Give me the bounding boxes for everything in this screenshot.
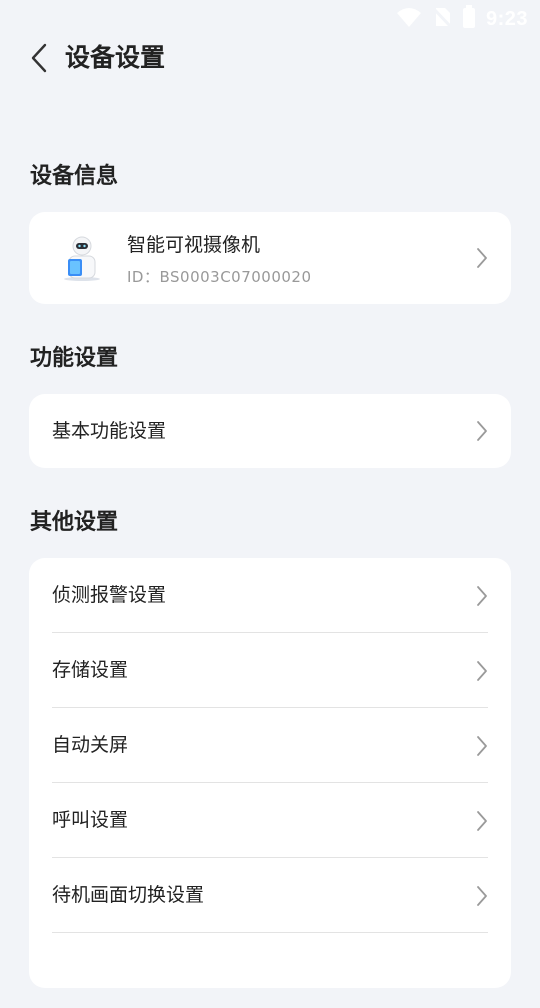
device-card[interactable]: 智能可视摄像机 ID：BS0003C07000020 <box>29 212 511 304</box>
section-title-other-settings: 其他设置 <box>30 510 119 535</box>
detection-alarm-settings-item[interactable]: 侦测报警设置 <box>29 558 511 633</box>
status-time: 9:23 <box>485 7 528 30</box>
section-title-device-info: 设备信息 <box>30 164 119 189</box>
standby-screen-switch-settings-item[interactable]: 待机画面切换设置 <box>29 858 511 933</box>
other-settings-card: 侦测报警设置 存储设置 自动关屏 呼叫设置 待机画面切换设置 <box>29 558 511 988</box>
chevron-right-icon <box>477 585 487 606</box>
list-item-label: 待机画面切换设置 <box>52 884 205 906</box>
battery-icon <box>462 5 476 33</box>
list-item[interactable] <box>29 933 511 1008</box>
chevron-right-icon <box>477 421 487 441</box>
storage-settings-item[interactable]: 存储设置 <box>29 633 511 708</box>
section-title-function-settings: 功能设置 <box>30 346 119 371</box>
chevron-right-icon <box>477 248 487 268</box>
app-header: 设备设置 <box>0 30 540 86</box>
no-sim-icon <box>431 6 453 32</box>
chevron-right-icon <box>477 885 487 906</box>
status-icons: 9:23 <box>396 5 528 33</box>
basic-function-settings-item[interactable]: 基本功能设置 <box>29 394 511 468</box>
chevron-right-icon <box>477 810 487 831</box>
call-settings-item[interactable]: 呼叫设置 <box>29 783 511 858</box>
auto-screen-off-item[interactable]: 自动关屏 <box>29 708 511 783</box>
list-item-label: 基本功能设置 <box>52 420 167 442</box>
list-item-label: 自动关屏 <box>52 734 129 756</box>
function-settings-card: 基本功能设置 <box>29 394 511 468</box>
chevron-right-icon <box>477 735 487 756</box>
device-id: ID：BS0003C07000020 <box>127 268 312 286</box>
page-title: 设备设置 <box>65 43 166 72</box>
chevron-right-icon <box>477 660 487 681</box>
wifi-icon <box>396 6 422 32</box>
robot-camera-icon <box>57 234 107 282</box>
list-item-label: 呼叫设置 <box>52 809 129 831</box>
chevron-left-icon <box>31 43 47 73</box>
device-name: 智能可视摄像机 <box>127 234 261 256</box>
list-item-label: 侦测报警设置 <box>52 584 167 606</box>
back-button[interactable] <box>24 40 54 76</box>
list-item-label: 存储设置 <box>52 659 129 681</box>
